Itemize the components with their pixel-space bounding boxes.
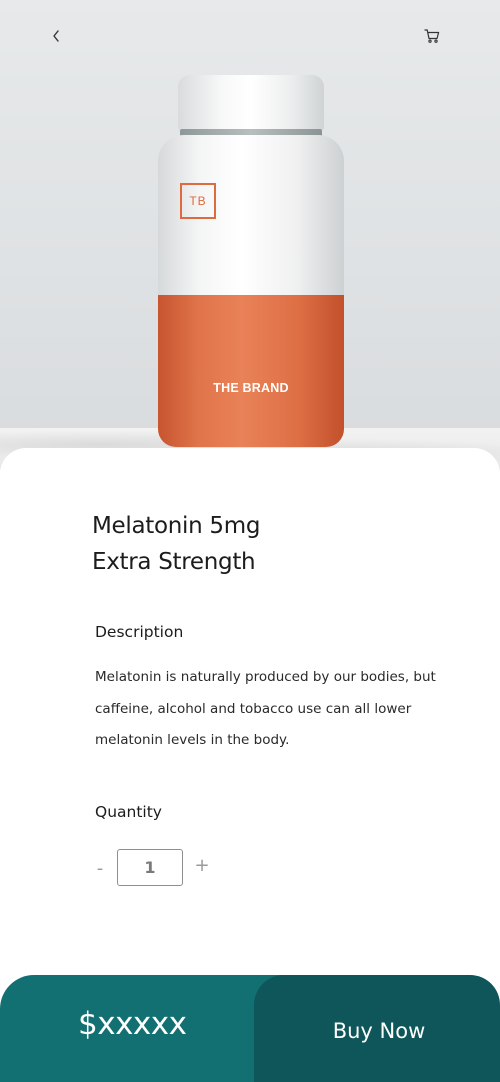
description-text: Melatonin is naturally produced by our b… <box>95 669 436 748</box>
product-title-line-2: Extra Strength <box>92 549 256 575</box>
product-title: Melatonin 5mg Extra Strength <box>92 508 260 580</box>
purchase-bar: $xxxxx Buy Now <box>0 975 500 1082</box>
price-label: $xxxxx <box>78 1006 187 1042</box>
buy-now-label: Buy Now <box>332 1018 426 1043</box>
cart-button[interactable] <box>418 22 446 50</box>
back-button[interactable] <box>42 22 70 50</box>
brand-label: THE BRAND <box>213 381 289 395</box>
product-title-line-1: Melatonin 5mg <box>92 513 261 539</box>
quantity-heading: Quantity <box>95 803 162 821</box>
brand-logo: TB <box>180 183 216 219</box>
bottle-body-lower <box>158 295 344 447</box>
increment-button[interactable]: + <box>190 853 214 877</box>
buy-now-button[interactable]: Buy Now <box>254 975 500 1082</box>
bottle-cap <box>178 75 324 131</box>
description-heading: Description <box>95 623 184 641</box>
shopping-cart-icon <box>424 29 440 43</box>
product-bottle-image: TB THE BRAND <box>158 75 344 447</box>
product-detail-screen: TB THE BRAND Melatonin 5mg Extra Strengt… <box>0 0 500 1082</box>
quantity-input[interactable] <box>117 849 183 886</box>
quantity-stepper: - + <box>88 848 218 888</box>
chevron-left-icon <box>53 30 59 42</box>
product-hero: TB THE BRAND <box>0 0 500 470</box>
decrement-button[interactable]: - <box>88 856 112 880</box>
